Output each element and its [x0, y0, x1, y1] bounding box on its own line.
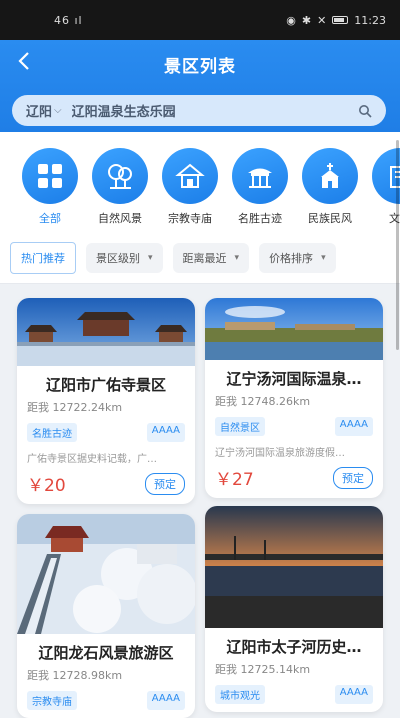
- level-badge: AAAA: [334, 417, 373, 436]
- clock-time: 11:23: [354, 13, 386, 27]
- bluetooth-icon: ✱: [301, 13, 312, 27]
- category-tag: 自然景区: [215, 417, 265, 436]
- chevron-down-icon: ▾: [234, 252, 240, 263]
- chevron-down-icon: ▾: [148, 252, 153, 263]
- category-all[interactable]: 全部: [22, 148, 78, 232]
- chevron-down-icon[interactable]: ⌵: [54, 105, 62, 116]
- church-icon: [302, 148, 358, 204]
- status-icons: ◉ ✱ ✕ 11:23: [286, 14, 386, 27]
- category-label: 宗教寺庙: [168, 212, 212, 225]
- tree-icon: [92, 148, 148, 204]
- scrollbar[interactable]: [396, 140, 399, 350]
- book-button[interactable]: 预定: [145, 472, 185, 495]
- filter-label: 景区级别: [96, 251, 140, 265]
- scenic-name: 辽宁汤河国际温泉…: [226, 370, 362, 388]
- search-icon[interactable]: [358, 104, 372, 118]
- category-label: 全部: [39, 212, 61, 225]
- scenic-name: 辽阳龙石风景旅游区: [38, 644, 174, 662]
- filter-price[interactable]: 价格排序 ▾: [259, 242, 336, 273]
- scenic-card[interactable]: 辽阳市广佑寺景区 距我 12722.24km 名胜古迹 AAAA 广佑寺景区据史…: [17, 298, 195, 504]
- category-row: 全部 自然风景 宗教寺庙 名胜古迹 民族民风 文化: [0, 132, 400, 232]
- category-label: 名胜古迹: [238, 212, 282, 225]
- scenic-distance: 距我 12748.26km: [215, 395, 311, 408]
- scenic-price: ￥27: [215, 470, 254, 490]
- scenic-card[interactable]: 辽阳龙石风景旅游区 距我 12728.98km 宗教寺庙 AAAA: [17, 514, 195, 718]
- signal-indicator: 46 ıl: [54, 13, 83, 27]
- chevron-down-icon: ▾: [321, 252, 326, 263]
- scenic-photo: [205, 298, 383, 360]
- category-label: 自然风景: [98, 212, 142, 225]
- search-bar[interactable]: 辽阳 ⌵: [12, 95, 386, 126]
- category-folk[interactable]: 民族民风: [302, 148, 358, 232]
- status-bar: 46 ıl ◉ ✱ ✕ 11:23: [0, 0, 400, 40]
- eye-icon: ◉: [286, 13, 296, 27]
- search-input[interactable]: [71, 103, 358, 118]
- mute-icon: ✕: [317, 13, 327, 27]
- city-selector[interactable]: 辽阳: [26, 101, 52, 120]
- grid-icon: [22, 148, 78, 204]
- level-badge: AAAA: [146, 423, 185, 442]
- level-badge: AAAA: [334, 685, 373, 704]
- filter-label: 价格排序: [269, 251, 314, 265]
- page-title: 景区列表: [164, 57, 236, 77]
- category-historic[interactable]: 名胜古迹: [232, 148, 288, 232]
- scenic-price: ￥20: [27, 476, 66, 496]
- scenic-photo: [17, 514, 195, 634]
- filter-hot[interactable]: 热门推荐: [10, 241, 76, 274]
- category-tag: 名胜古迹: [27, 423, 77, 442]
- scenic-card[interactable]: 辽宁汤河国际温泉… 距我 12748.26km 自然景区 AAAA 辽宁汤河国际…: [205, 298, 383, 498]
- scenic-distance: 距我 12722.24km: [27, 401, 123, 414]
- filter-label: 热门推荐: [21, 251, 65, 265]
- scenic-description: 辽宁汤河国际温泉旅游度假…: [215, 448, 345, 459]
- scenic-name: 辽阳市太子河历史…: [226, 638, 362, 656]
- book-button[interactable]: 预定: [333, 466, 373, 489]
- filter-bar: 热门推荐 景区级别 ▾ 距离最近 ▾ 价格排序 ▾: [0, 232, 400, 284]
- scenic-photo: [17, 298, 195, 366]
- category-nature[interactable]: 自然风景: [92, 148, 148, 232]
- battery-icon: [332, 16, 349, 24]
- scenic-name: 辽阳市广佑寺景区: [45, 376, 166, 394]
- filter-level[interactable]: 景区级别 ▾: [86, 242, 163, 273]
- category-tag: 宗教寺庙: [27, 691, 77, 710]
- scenic-distance: 距我 12728.98km: [27, 669, 123, 682]
- filter-distance[interactable]: 距离最近 ▾: [172, 242, 250, 273]
- scenic-description: 广佑寺景区据史料记载，广…: [27, 454, 157, 465]
- pavilion-icon: [232, 148, 288, 204]
- category-temple[interactable]: 宗教寺庙: [162, 148, 218, 232]
- app-header: 景区列表 辽阳 ⌵: [0, 40, 400, 132]
- scenic-card[interactable]: 辽阳市太子河历史… 距我 12725.14km 城市观光 AAAA: [205, 506, 383, 712]
- category-label: 民族民风: [308, 212, 352, 225]
- level-badge: AAAA: [146, 691, 185, 710]
- temple-icon: [162, 148, 218, 204]
- filter-label: 距离最近: [182, 251, 227, 265]
- category-tag: 城市观光: [215, 685, 265, 704]
- scenic-distance: 距我 12725.14km: [215, 663, 311, 676]
- scenic-photo: [205, 506, 383, 628]
